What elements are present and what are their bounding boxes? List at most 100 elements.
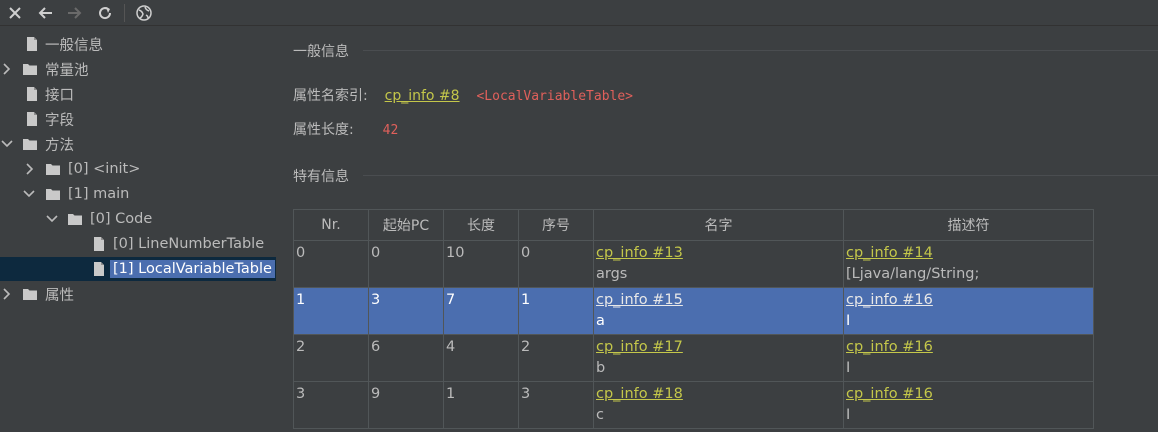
tree-item-interfaces[interactable]: 接口 (0, 82, 276, 106)
attribute-name-index-row: 属性名索引: cp_info #8 <LocalVariableTable> (293, 85, 633, 105)
cell-nr: 3 (293, 381, 369, 429)
descriptor-cp-link[interactable]: cp_info #16 (846, 290, 1091, 311)
descriptor-cp-link[interactable]: cp_info #14 (846, 243, 1091, 264)
tree-item-label: [0] <init> (68, 161, 141, 177)
chevron-down-icon[interactable] (0, 137, 14, 151)
back-arrow-icon (38, 6, 52, 19)
chevron-down-icon[interactable] (22, 187, 36, 201)
general-info-title: 一般信息 (293, 44, 349, 60)
tree-item-code[interactable]: [0] Code (0, 207, 276, 231)
back-button[interactable] (30, 1, 60, 25)
tree-item-label: 方法 (45, 137, 74, 154)
tree-item-general-info[interactable]: 一般信息 (0, 32, 276, 56)
file-icon (27, 87, 37, 101)
close-button[interactable] (0, 1, 30, 25)
column-header-start-pc[interactable]: 起始PC (368, 209, 444, 241)
name-value: b (596, 360, 606, 376)
cell-nr: 0 (293, 240, 369, 288)
folder-icon (46, 164, 60, 175)
cell-index: 0 (518, 240, 594, 288)
tree-item-method-init[interactable]: [0] <init> (0, 157, 276, 181)
cell-descriptor: cp_info #14 [Ljava/lang/String; (843, 240, 1094, 288)
chevron-right-icon[interactable] (0, 62, 14, 76)
tree-item-label: 一般信息 (45, 37, 103, 54)
tree-item-label: 接口 (45, 87, 74, 104)
chevron-right-icon[interactable] (23, 162, 37, 176)
cell-length: 10 (443, 240, 519, 288)
name-value: c (596, 407, 604, 423)
cell-start-pc: 9 (368, 381, 444, 429)
attribute-length-value: 42 (382, 123, 399, 138)
attribute-name-index-label: 属性名索引: (293, 88, 368, 104)
cell-start-pc: 6 (368, 334, 444, 382)
tree-item-method-main[interactable]: [1] main (0, 182, 276, 206)
file-icon (94, 262, 104, 276)
cell-index: 2 (518, 334, 594, 382)
tree-item-label: [1] main (68, 186, 130, 202)
file-icon (27, 112, 37, 126)
tree-item-methods[interactable]: 方法 (0, 132, 276, 156)
forward-button[interactable] (60, 1, 90, 25)
tree-item-label: 字段 (45, 112, 74, 129)
column-header-name[interactable]: 名字 (593, 209, 844, 241)
column-header-length[interactable]: 长度 (443, 209, 519, 241)
tree-item-attributes[interactable]: 属性 (0, 282, 276, 306)
folder-icon (23, 139, 37, 150)
web-button[interactable] (129, 1, 159, 25)
column-header-descriptor[interactable]: 描述符 (843, 209, 1094, 241)
toolbar-separator (124, 3, 125, 22)
folder-icon (23, 289, 37, 300)
attribute-name-index-link[interactable]: cp_info #8 (385, 88, 460, 104)
descriptor-value: I (846, 313, 851, 329)
name-cp-link[interactable]: cp_info #18 (596, 384, 841, 405)
tree-item-constant-pool[interactable]: 常量池 (0, 57, 276, 81)
tree-item-label: [0] LineNumberTable (113, 236, 265, 252)
attribute-name-value: <LocalVariableTable> (476, 89, 634, 104)
tree-item-line-number-table[interactable]: [0] LineNumberTable (0, 232, 276, 256)
descriptor-cp-link[interactable]: cp_info #16 (846, 384, 1091, 405)
table-row[interactable]: 2 6 4 2 cp_info #17 b cp_info #16 I (293, 334, 1094, 382)
descriptor-cp-link[interactable]: cp_info #16 (846, 337, 1091, 358)
cell-length: 4 (443, 334, 519, 382)
specific-info-divider (363, 175, 1158, 176)
attribute-length-label: 属性长度: (293, 122, 354, 138)
tree-item-local-variable-table[interactable]: [1] LocalVariableTable (0, 257, 276, 281)
tree-item-label: 属性 (45, 287, 74, 304)
cell-index: 1 (518, 287, 594, 335)
cell-start-pc: 0 (368, 240, 444, 288)
folder-icon (68, 214, 82, 225)
descriptor-value: [Ljava/lang/String; (846, 266, 980, 282)
cell-start-pc: 3 (368, 287, 444, 335)
chevron-right-icon[interactable] (0, 287, 14, 301)
general-info-divider (363, 50, 1158, 51)
cell-descriptor: cp_info #16 I (843, 334, 1094, 382)
table-row[interactable]: 0 0 10 0 cp_info #13 args cp_info #14 [L… (293, 240, 1094, 288)
close-icon (9, 6, 21, 19)
name-cp-link[interactable]: cp_info #15 (596, 290, 841, 311)
table-row[interactable]: 3 9 1 3 cp_info #18 c cp_info #16 I (293, 381, 1094, 429)
tree-item-label: 常量池 (45, 62, 89, 79)
local-variable-table: Nr. 起始PC 长度 序号 名字 描述符 0 0 10 0 cp_info #… (293, 209, 1094, 429)
folder-icon (46, 189, 60, 200)
toolbar (0, 0, 1158, 26)
chevron-down-icon[interactable] (45, 212, 59, 226)
name-cp-link[interactable]: cp_info #13 (596, 243, 841, 264)
cell-nr: 1 (293, 287, 369, 335)
column-header-index[interactable]: 序号 (518, 209, 594, 241)
globe-icon (136, 4, 152, 21)
refresh-button[interactable] (90, 1, 120, 25)
cell-name: cp_info #15 a (593, 287, 844, 335)
cell-length: 7 (443, 287, 519, 335)
forward-arrow-icon (68, 6, 82, 19)
tree-item-fields[interactable]: 字段 (0, 107, 276, 131)
tree-item-label: [1] LocalVariableTable (110, 260, 275, 278)
cell-name: cp_info #18 c (593, 381, 844, 429)
cell-nr: 2 (293, 334, 369, 382)
column-header-nr[interactable]: Nr. (293, 209, 369, 241)
name-cp-link[interactable]: cp_info #17 (596, 337, 841, 358)
table-row-selected[interactable]: 1 3 7 1 cp_info #15 a cp_info #16 I (293, 287, 1094, 335)
cell-descriptor: cp_info #16 I (843, 381, 1094, 429)
descriptor-value: I (846, 360, 851, 376)
cell-name: cp_info #13 args (593, 240, 844, 288)
table-header-row: Nr. 起始PC 长度 序号 名字 描述符 (293, 209, 1094, 241)
